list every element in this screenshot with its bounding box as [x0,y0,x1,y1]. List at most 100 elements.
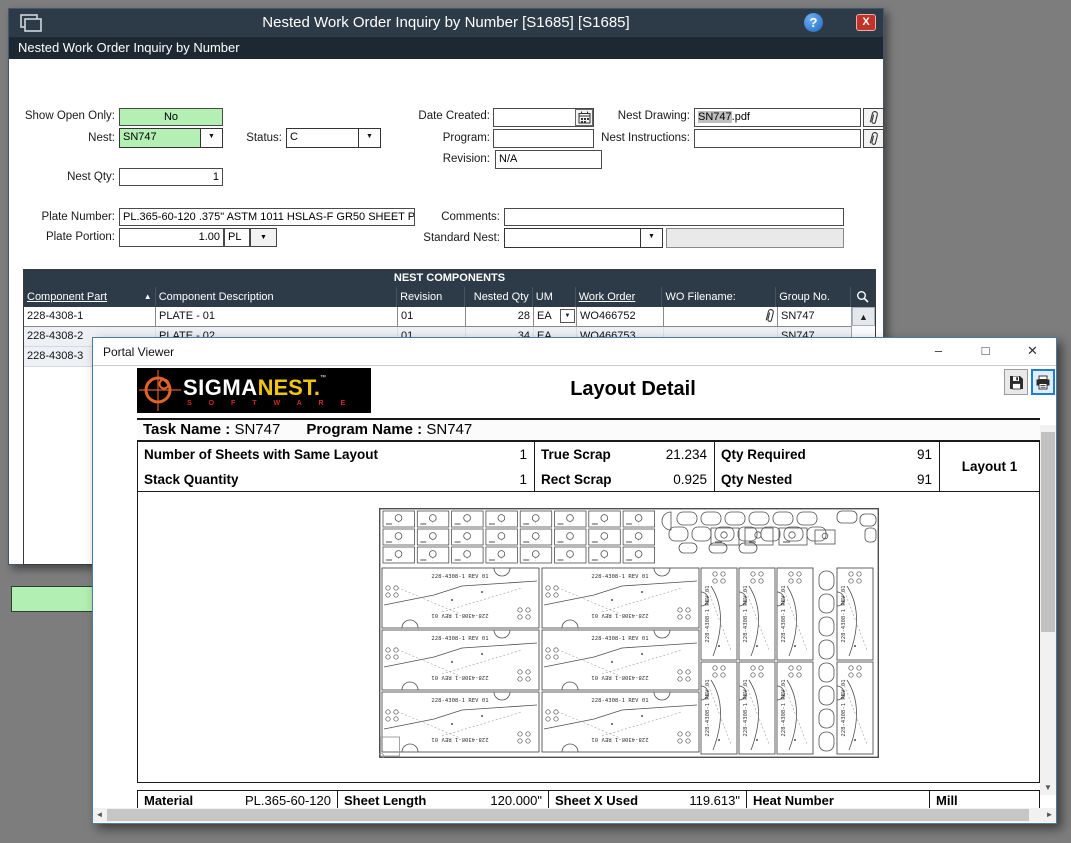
portal-title-bar: Portal Viewer – □ ✕ [93,338,1056,366]
help-button[interactable]: ? [804,13,823,32]
close-button[interactable]: X [856,14,876,31]
table-title: NEST COMPONENTS [24,270,875,287]
window-subtitle: Nested Work Order Inquiry by Number [9,37,883,59]
svg-text:228-4308-1 REV 01: 228-4308-1 REV 01 [705,585,711,642]
status-combo[interactable]: C ▼ [286,128,381,148]
portal-title: Portal Viewer [103,345,174,359]
qty-required-value: 91 [917,442,932,467]
nest-instructions-attachment-icon[interactable] [863,129,884,148]
sheets-value: 1 [519,442,527,467]
search-icon[interactable] [851,287,875,307]
column-header[interactable]: Nested Qty [465,287,533,307]
title-bar: Nested Work Order Inquiry by Number [S16… [9,9,883,37]
revision-field[interactable]: N/A [495,150,602,169]
qty-nested-label: Qty Nested [721,467,792,492]
svg-text:228-4308-1 REV 01: 228-4308-1 REV 01 [591,674,648,680]
svg-text:228-4308-1 REV 01: 228-4308-1 REV 01 [431,574,488,580]
sigmanest-logo: SIGMANEST.™ S O F T W A R E [137,368,371,413]
nest-drawing-field[interactable]: SN747.pdf [694,108,861,127]
cell-rev: 01 [398,307,466,327]
program-field[interactable] [493,129,594,148]
cell-qty: 28 [466,307,534,327]
column-header[interactable]: UM [533,287,576,307]
true-scrap-value: 21.234 [666,442,707,467]
nest-drawing-attachment-icon[interactable] [863,108,884,127]
vertical-scrollbar[interactable]: ▼ [1040,425,1056,795]
program-label: Program: [390,130,490,147]
svg-text:228-4308-1 REV 01: 228-4308-1 REV 01 [781,679,787,736]
column-header[interactable]: Group No. [776,287,851,307]
column-header[interactable]: Component Part▲ [24,287,156,307]
plate-number-field[interactable]: PL.365-60-120 .375" ASTM 1011 HSLAS-F GR… [119,208,415,226]
layout-stats-table: Number of Sheets with Same Layout1 Stack… [137,441,1040,492]
svg-text:228-4308-1 REV 01: 228-4308-1 REV 01 [431,612,488,618]
status-label: Status: [186,130,282,147]
sort-ascending-icon: ▲ [144,287,152,307]
scroll-down-icon[interactable]: ▼ [1040,781,1056,795]
show-open-only-field[interactable]: No [119,108,223,126]
true-scrap-label: True Scrap [541,442,611,467]
save-button[interactable] [1004,369,1028,395]
plate-portion-unit: PL [224,228,250,247]
cell-desc: PLATE - 01 [156,307,398,327]
nest-qty-field[interactable]: 1 [119,168,223,186]
plate-number-label: Plate Number: [9,209,115,226]
floppy-icon [1009,375,1024,390]
um-dropdown-icon[interactable]: ▼ [560,309,575,323]
plate-portion-field[interactable]: 1.00 [119,228,224,247]
maximize-button[interactable]: □ [962,338,1009,365]
wo-attachment-icon[interactable] [764,308,776,327]
svg-text:228-4308-1 REV 01: 228-4308-1 REV 01 [431,698,488,704]
svg-text:228-4308-1 REV 01: 228-4308-1 REV 01 [591,636,648,642]
svg-text:228-4308-1 REV 01: 228-4308-1 REV 01 [841,585,847,642]
revision-label: Revision: [390,151,490,168]
minimize-button[interactable]: – [915,338,962,365]
vscroll-thumb[interactable] [1041,432,1055,632]
nest-label: Nest: [9,130,115,147]
stack-value: 1 [519,467,527,492]
cell-file [664,307,778,327]
nest-layout-drawing: 228-4308-1 REV 01 228-4308-1 REV 01 228-43… [379,508,879,758]
comments-label: Comments: [395,209,500,226]
rect-scrap-value: 0.925 [673,467,707,492]
crosshair-icon [137,368,183,413]
report-title: Layout Detail [493,378,773,401]
column-header[interactable]: WO Filename: [662,287,776,307]
horizontal-scrollbar[interactable]: ◄ ► [93,808,1056,822]
table-row[interactable]: 228-4308-1PLATE - 010128EA▼WO466752SN747 [24,307,875,327]
stack-label: Stack Quantity [144,467,239,492]
qty-nested-value: 91 [917,467,932,492]
scroll-left-icon[interactable]: ◄ [93,808,106,822]
portal-viewer-window: Portal Viewer – □ ✕ SIGMANEST.™ S O F T … [92,337,1057,824]
print-button[interactable] [1031,369,1055,395]
date-created-label: Date Created: [390,108,490,125]
svg-text:228-4308-1 REV 01: 228-4308-1 REV 01 [431,674,488,680]
column-header[interactable]: Work Order [576,287,663,307]
svg-text:228-4308-1 REV 01: 228-4308-1 REV 01 [743,679,749,736]
status-dropdown-icon[interactable]: ▼ [358,129,380,147]
nest-layout-area: 228-4308-1 REV 01 228-4308-1 REV 01 228-43… [137,492,1040,783]
plate-portion-label: Plate Portion: [9,229,115,246]
standard-nest-dropdown-icon[interactable]: ▼ [640,229,662,247]
scroll-right-icon[interactable]: ► [1043,808,1056,822]
svg-text:228-4308-1 REV 01: 228-4308-1 REV 01 [743,585,749,642]
scroll-up-icon[interactable]: ▲ [852,307,875,326]
column-header[interactable]: Revision [397,287,465,307]
window-title: Nested Work Order Inquiry by Number [S16… [9,14,883,31]
portal-close-button[interactable]: ✕ [1009,338,1056,365]
svg-text:228-4308-1 REV 01: 228-4308-1 REV 01 [591,612,648,618]
comments-field[interactable] [504,208,844,226]
standard-nest-combo[interactable]: ▼ [504,228,663,248]
hscroll-thumb[interactable] [107,809,1029,821]
svg-text:228-4308-1 REV 01: 228-4308-1 REV 01 [431,636,488,642]
task-name-row: Task Name : SN747Program Name : SN747 [137,418,1040,441]
svg-text:228-4308-1 REV 01: 228-4308-1 REV 01 [591,736,648,742]
rect-scrap-label: Rect Scrap [541,467,612,492]
column-header[interactable]: Component Description [156,287,397,307]
standard-nest-extra-field [666,228,844,248]
nest-instructions-field[interactable] [694,129,861,148]
svg-text:228-4308-1 REV 01: 228-4308-1 REV 01 [591,574,648,580]
layout-number: Layout 1 [940,442,1039,491]
plate-portion-dropdown-icon[interactable]: ▼ [250,228,277,247]
standard-nest-label: Standard Nest: [395,230,500,247]
